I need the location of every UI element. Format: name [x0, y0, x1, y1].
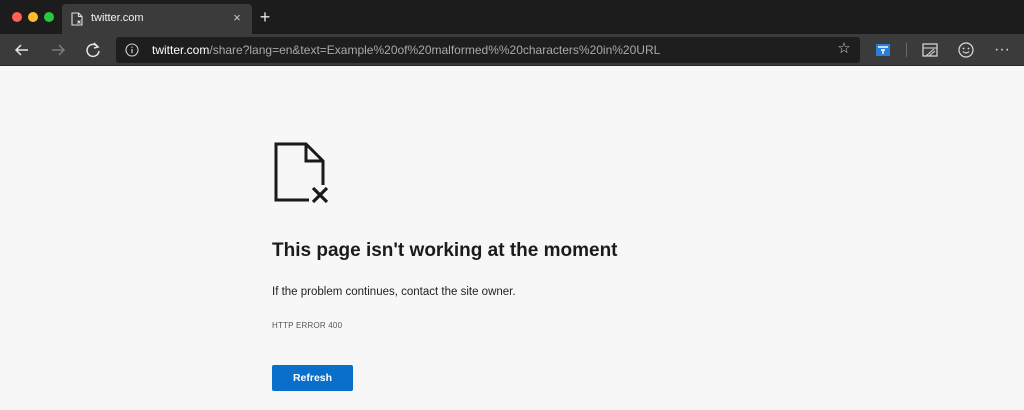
- error-document-icon: [273, 142, 333, 204]
- address-bar[interactable]: twitter.com/share?lang=en&text=Example%2…: [116, 37, 860, 63]
- extension-icon[interactable]: [873, 40, 893, 60]
- star-icon[interactable]: ☆: [836, 41, 852, 57]
- tab-strip: twitter.com × +: [0, 0, 1024, 34]
- minimize-window-button[interactable]: [28, 12, 38, 22]
- tab-twitter[interactable]: twitter.com ×: [62, 4, 252, 34]
- smile-icon[interactable]: [956, 40, 976, 60]
- refresh-button[interactable]: Refresh: [272, 365, 353, 391]
- more-icon[interactable]: ···: [992, 40, 1012, 60]
- screenshot-icon[interactable]: [920, 40, 940, 60]
- toolbar: twitter.com/share?lang=en&text=Example%2…: [0, 34, 1024, 66]
- info-icon[interactable]: [125, 43, 139, 57]
- error-heading: This page isn't working at the moment: [272, 240, 618, 261]
- back-icon[interactable]: [11, 39, 33, 61]
- close-window-button[interactable]: [12, 12, 22, 22]
- reload-icon[interactable]: [82, 39, 104, 61]
- error-page: This page isn't working at the moment If…: [0, 67, 1024, 410]
- url-text[interactable]: twitter.com/share?lang=en&text=Example%2…: [152, 43, 660, 57]
- page-icon: [71, 12, 83, 26]
- error-message: If the problem continues, contact the si…: [272, 286, 516, 298]
- url-path: /share?lang=en&text=Example%20of%20malfo…: [209, 43, 661, 57]
- tab-close-icon[interactable]: ×: [230, 11, 244, 25]
- browser-window: twitter.com × + twitter.com/share?lang=e…: [0, 0, 1024, 410]
- maximize-window-button[interactable]: [44, 12, 54, 22]
- new-tab-icon[interactable]: +: [256, 8, 274, 26]
- tab-title: twitter.com: [91, 12, 144, 24]
- forward-icon[interactable]: [47, 39, 69, 61]
- toolbar-separator: [906, 43, 907, 57]
- url-host: twitter.com: [152, 43, 210, 57]
- error-code: HTTP ERROR 400: [272, 321, 343, 330]
